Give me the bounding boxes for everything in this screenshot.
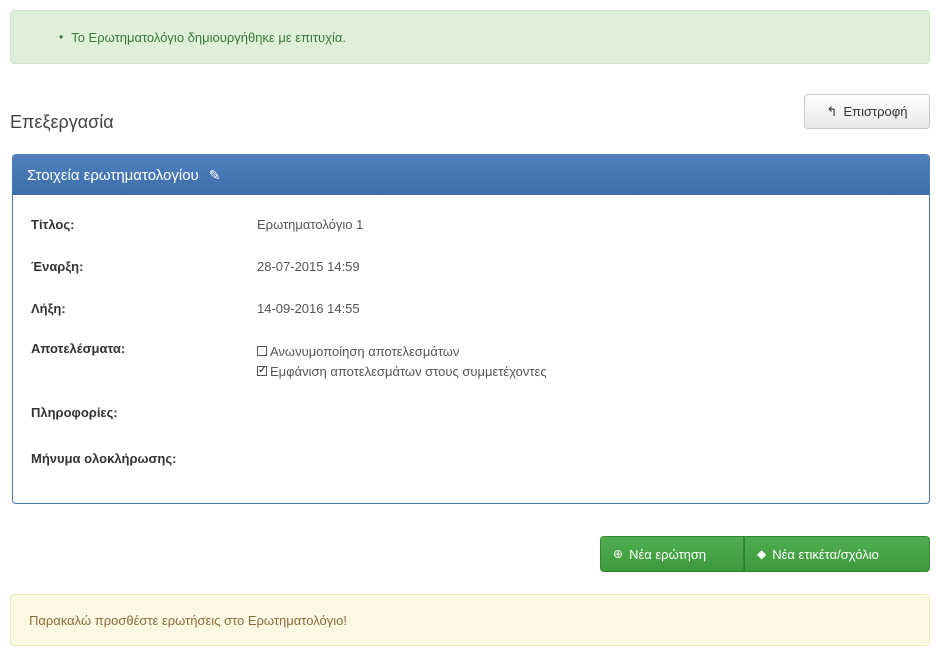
new-label-label: Νέα ετικέτα/σχόλιο [772, 546, 879, 562]
success-alert: • Το Ερωτηματολόγιο δημιουργήθηκε με επι… [10, 10, 930, 64]
info-label: Πληροφορίες: [31, 405, 118, 420]
edit-icon[interactable]: ✎ [209, 167, 221, 184]
completion-label: Μήνυμα ολοκλήρωσης: [31, 451, 177, 466]
warning-alert: Παρακαλώ προσθέστε ερωτήσεις στο Ερωτημα… [10, 594, 930, 646]
start-value: 28-07-2015 14:59 [257, 259, 360, 274]
back-button-label: Επιστροφή [843, 104, 908, 119]
heading-row: Επεξεργασία ↰ Επιστροφή [10, 94, 930, 134]
action-buttons: ⊕ Νέα ερώτηση ◆ Νέα ετικέτα/σχόλιο [600, 536, 930, 572]
warning-alert-text: Παρακαλώ προσθέστε ερωτήσεις στο Ερωτημα… [29, 612, 347, 628]
title-value: Ερωτηματολόγιο 1 [257, 217, 364, 232]
show-results-label: Εμφάνιση αποτελεσμάτων στους συμμετέχοντ… [270, 363, 547, 379]
show-results-option: Εμφάνιση αποτελεσμάτων στους συμμετέχοντ… [257, 361, 547, 381]
back-arrow-icon: ↰ [826, 103, 838, 119]
new-question-label: Νέα ερώτηση [629, 546, 707, 562]
end-value: 14-09-2016 14:55 [257, 301, 360, 316]
panel-title: Στοιχεία ερωτηματολογίου [27, 166, 199, 184]
results-label: Αποτελέσματα: [31, 341, 126, 356]
success-alert-text: Το Ερωτηματολόγιο δημιουργήθηκε με επιτυ… [71, 29, 346, 45]
title-label: Τίτλος: [31, 217, 75, 232]
end-label: Λήξη: [31, 301, 66, 316]
start-label: Έναρξη: [31, 259, 84, 274]
anonymize-option: Ανωνυμοποίηση αποτελεσμάτων [257, 341, 547, 361]
new-question-button[interactable]: ⊕ Νέα ερώτηση [600, 536, 744, 572]
new-label-button[interactable]: ◆ Νέα ετικέτα/σχόλιο [744, 536, 930, 572]
panel-heading: Στοιχεία ερωτηματολογίου ✎ [13, 155, 929, 195]
page: • Το Ερωτηματολόγιο δημιουργήθηκε με επι… [0, 0, 936, 650]
anonymize-label: Ανωνυμοποίηση αποτελεσμάτων [270, 343, 460, 359]
back-button[interactable]: ↰ Επιστροφή [804, 94, 930, 129]
tag-icon: ◆ [757, 547, 767, 561]
plus-circle-icon: ⊕ [613, 547, 624, 561]
bullet-icon: • [59, 30, 64, 44]
questionnaire-details-panel: Στοιχεία ερωτηματολογίου ✎ Τίτλος: Ερωτη… [12, 154, 930, 504]
results-options: Ανωνυμοποίηση αποτελεσμάτων Εμφάνιση απο… [257, 341, 547, 381]
page-title: Επεξεργασία [10, 112, 114, 132]
show-results-checkbox [257, 363, 267, 376]
anonymize-checkbox [257, 346, 267, 356]
